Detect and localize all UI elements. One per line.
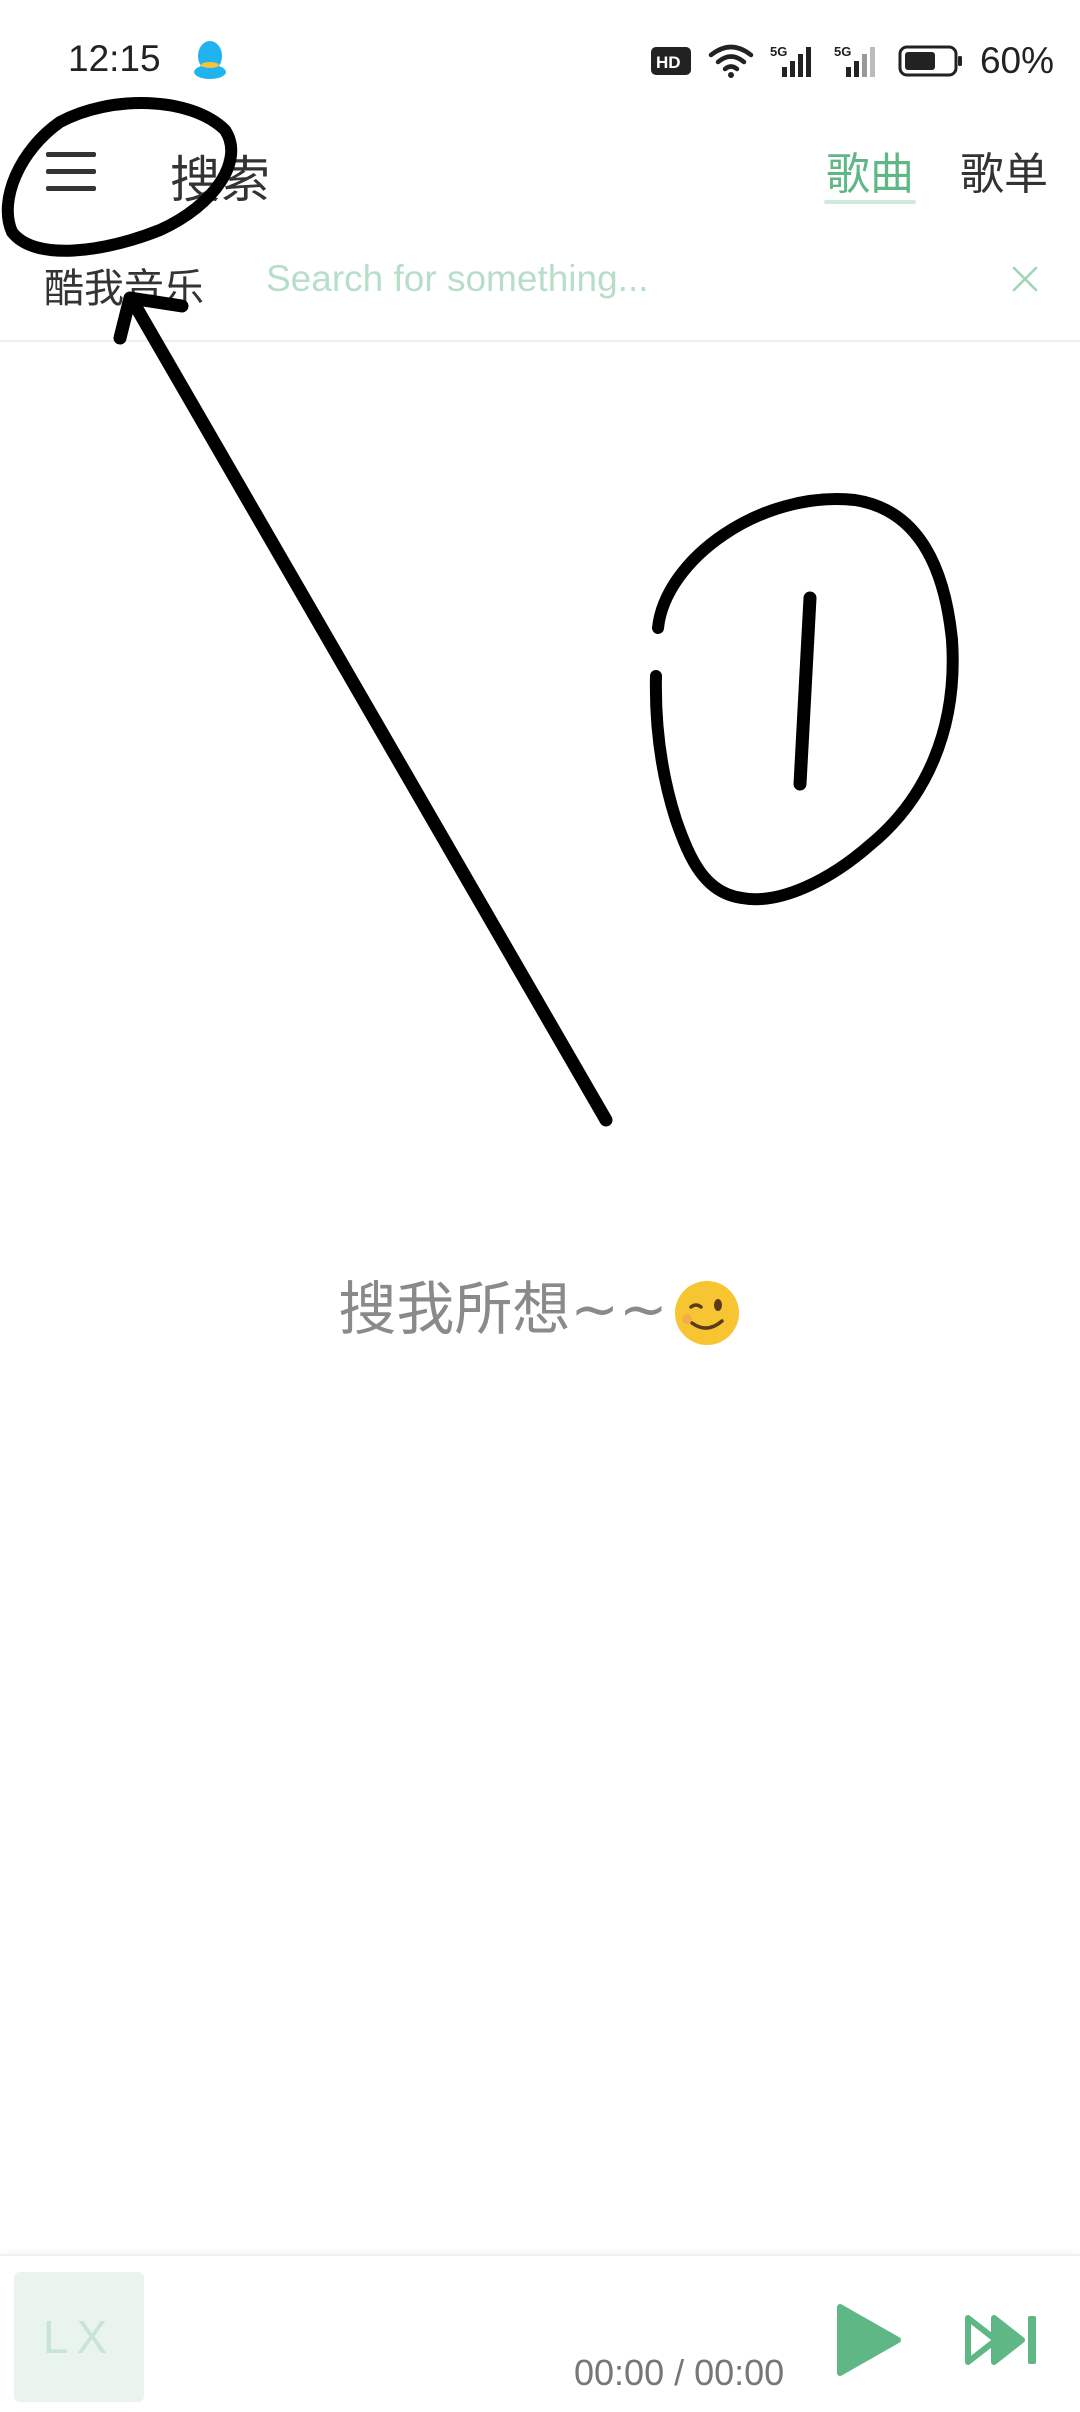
annotation-overlay [1, 97, 959, 1127]
playback-time: 00:00 / 00:00 [574, 2352, 785, 2393]
battery-icon [898, 45, 962, 77]
page-title: 搜索 [170, 151, 270, 209]
svg-text:HD: HD [656, 53, 681, 72]
play-icon[interactable] [834, 2302, 904, 2378]
tab-songs[interactable]: 歌曲 [826, 138, 914, 202]
annotation-arrow-line [125, 293, 613, 1127]
qq-icon [194, 41, 226, 79]
app-screen: 12:15 HD 5G 5G 60% 搜索 歌曲 歌单 酷我音乐 Search … [0, 0, 1080, 2412]
tab-active-indicator [824, 200, 916, 204]
wifi-icon [708, 44, 754, 78]
tab-playlists[interactable]: 歌单 [960, 138, 1048, 202]
signal-5g-icon: 5G [770, 44, 811, 77]
music-source-selector[interactable]: 酷我音乐 [44, 256, 204, 314]
clear-icon[interactable] [1010, 264, 1040, 294]
status-bar: 12:15 HD 5G 5G 60% [0, 0, 1080, 120]
empty-state-message: 搜我所想~~ [0, 1262, 1080, 1348]
hd-icon: HD [650, 47, 691, 75]
svg-text:5G: 5G [770, 44, 787, 59]
menu-icon[interactable] [44, 146, 100, 198]
empty-state-text: 搜我所想~~ [338, 1275, 668, 1343]
svg-text:5G: 5G [834, 44, 851, 59]
search-input[interactable] [264, 248, 988, 310]
wink-emoji-icon [674, 1280, 739, 1345]
signal-5g-icon: 5G [834, 44, 875, 77]
annotation-circle-one [649, 493, 959, 906]
battery-percent: 60% [979, 40, 1054, 81]
player-bar: LX 00:00 / 00:00 [0, 2254, 1080, 2412]
next-icon[interactable] [964, 2312, 1040, 2368]
annotation-number-one [793, 591, 817, 791]
status-time: 12:15 [68, 38, 161, 79]
cover-text: LX [42, 2311, 116, 2363]
search-header: 搜索 歌曲 歌单 酷我音乐 [0, 120, 1080, 342]
album-cover[interactable]: LX [14, 2272, 144, 2402]
status-icons: HD 5G 5G 60% [650, 36, 1054, 86]
